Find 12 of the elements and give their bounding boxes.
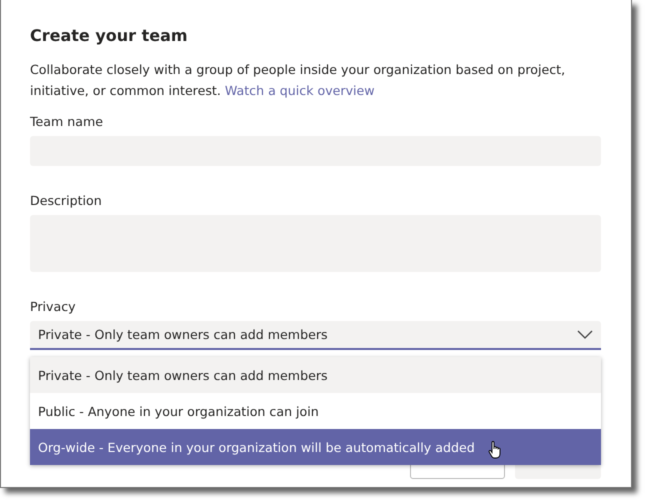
field-label: Team name: [30, 114, 104, 130]
privacy-option[interactable]: Public - Anyone in your organization can join: [30, 393, 601, 429]
field-label: Privacy: [30, 299, 77, 315]
hand-cursor-icon: [488, 441, 502, 459]
chevron-down-icon: [577, 330, 593, 339]
privacy-option[interactable]: Private - Only team owners can add members: [30, 357, 601, 393]
dialog-description: Collaborate closely with a group of people inside your organization based on project, initiative, or common interest. Watch a quick overview: [30, 61, 566, 100]
privacy-option[interactable]: Org-wide - Everyone in your organization will be automatically added: [30, 429, 601, 465]
overview-link[interactable]: Watch a quick overview: [224, 83, 375, 98]
privacy-dropdown[interactable]: Private - Only team owners can add members: [30, 321, 601, 350]
dialog-title: Create your team: [30, 26, 189, 47]
field-label: Description: [30, 193, 103, 209]
